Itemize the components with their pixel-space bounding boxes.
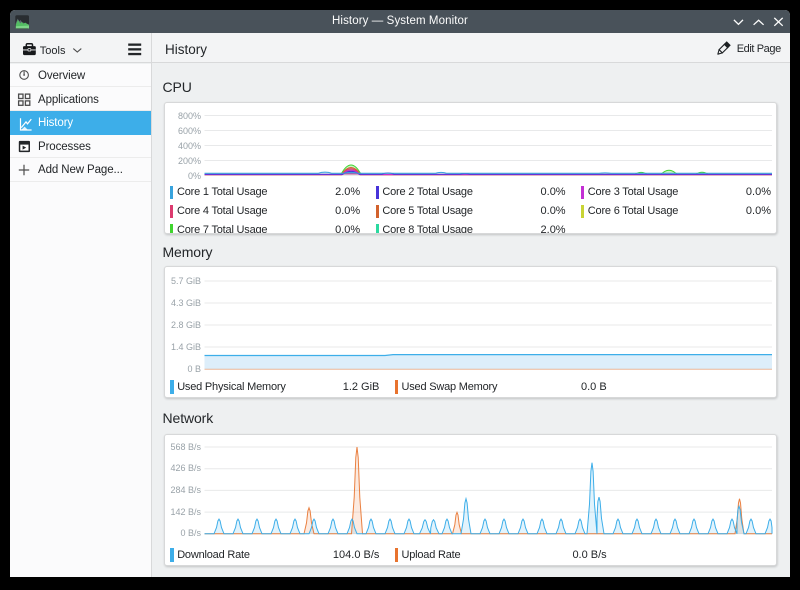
svg-text:Edit Page: Edit Page xyxy=(737,43,781,55)
svg-text:Tools: Tools xyxy=(40,45,66,57)
svg-text:History: History xyxy=(165,42,207,57)
